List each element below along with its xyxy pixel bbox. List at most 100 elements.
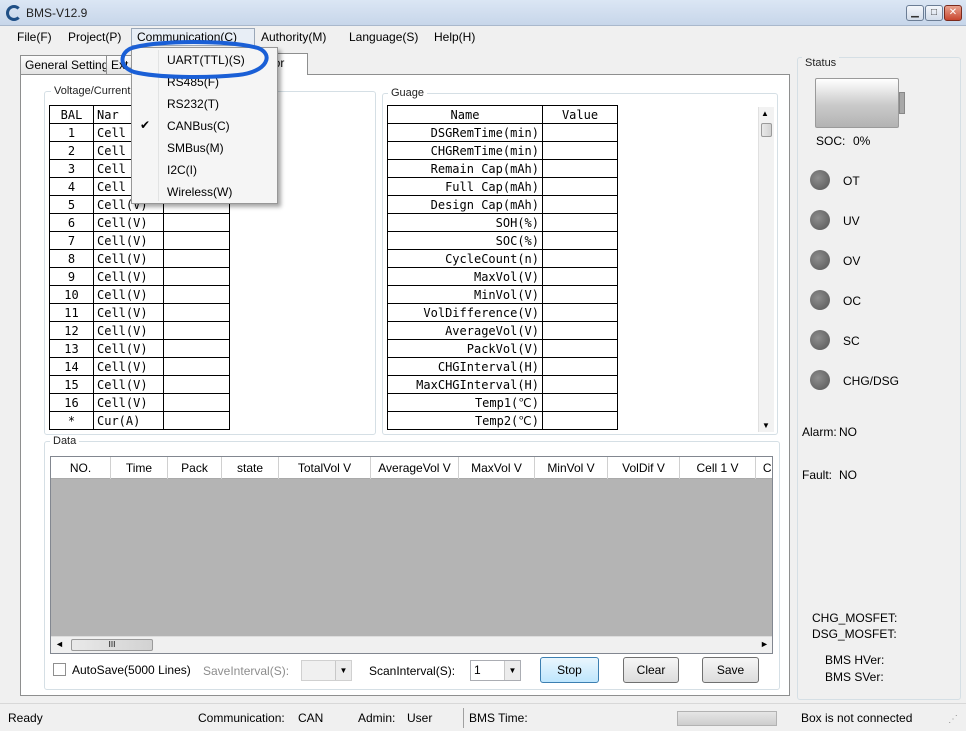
gauge-value-cell[interactable]: [542, 123, 618, 142]
table-row[interactable]: 7 Cell(V): [49, 231, 230, 250]
scroll-down-icon[interactable]: ▼: [762, 421, 770, 430]
gauge-name-cell[interactable]: SOH(%): [387, 213, 543, 232]
table-row[interactable]: MaxCHGInterval(H): [387, 375, 618, 394]
bal-cell[interactable]: 14: [49, 357, 94, 376]
table-row[interactable]: MaxVol(V): [387, 267, 618, 286]
table-row[interactable]: 16 Cell(V): [49, 393, 230, 412]
bal-cell[interactable]: 6: [49, 213, 94, 232]
table-row[interactable]: 14 Cell(V): [49, 357, 230, 376]
gauge-scrollbar[interactable]: ▲ ▼: [758, 107, 774, 432]
table-row[interactable]: CycleCount(n): [387, 249, 618, 268]
value-cell[interactable]: [163, 249, 230, 268]
table-row[interactable]: Temp2(℃): [387, 411, 618, 430]
autosave-checkbox[interactable]: [53, 663, 66, 676]
table-row[interactable]: Design Cap(mAh): [387, 195, 618, 214]
scroll-left-icon[interactable]: ◄: [55, 639, 64, 649]
gauge-value-cell[interactable]: [542, 231, 618, 250]
value-cell[interactable]: [163, 339, 230, 358]
bal-cell[interactable]: 3: [49, 159, 94, 178]
gauge-name-cell[interactable]: Temp2(℃): [387, 411, 543, 430]
bal-cell[interactable]: 2: [49, 141, 94, 160]
name-cell[interactable]: Cell(V): [93, 231, 164, 250]
menu-help[interactable]: Help(H): [429, 29, 480, 45]
column-header[interactable]: MinVol V: [535, 457, 608, 479]
bal-cell[interactable]: *: [49, 411, 94, 430]
gauge-value-cell[interactable]: [542, 303, 618, 322]
bal-cell[interactable]: 7: [49, 231, 94, 250]
name-cell[interactable]: Cell(V): [93, 339, 164, 358]
save-interval-select[interactable]: ▼: [301, 660, 352, 681]
scroll-up-icon[interactable]: ▲: [761, 109, 769, 118]
column-header-bal[interactable]: BAL: [49, 105, 94, 124]
bal-cell[interactable]: 9: [49, 267, 94, 286]
table-row[interactable]: 6 Cell(V): [49, 213, 230, 232]
table-row[interactable]: 9 Cell(V): [49, 267, 230, 286]
maximize-icon[interactable]: □: [925, 5, 943, 21]
gauge-value-cell[interactable]: [542, 267, 618, 286]
scroll-right-icon[interactable]: ►: [760, 639, 769, 649]
table-row[interactable]: 8 Cell(V): [49, 249, 230, 268]
column-header[interactable]: Ce: [756, 457, 772, 479]
value-cell[interactable]: [163, 411, 230, 430]
name-cell[interactable]: Cell(V): [93, 375, 164, 394]
gauge-value-cell[interactable]: [542, 141, 618, 160]
gauge-name-cell[interactable]: CycleCount(n): [387, 249, 543, 268]
gauge-name-cell[interactable]: DSGRemTime(min): [387, 123, 543, 142]
table-row[interactable]: 11 Cell(V): [49, 303, 230, 322]
close-icon[interactable]: ✕: [944, 5, 962, 21]
data-horizontal-scrollbar[interactable]: ◄ III ►: [51, 636, 772, 653]
value-cell[interactable]: [163, 357, 230, 376]
gauge-name-cell[interactable]: MaxCHGInterval(H): [387, 375, 543, 394]
gauge-value-cell[interactable]: [542, 249, 618, 268]
table-row[interactable]: Remain Cap(mAh): [387, 159, 618, 178]
data-grid[interactable]: NO. Time Pack state TotalVol V AverageVol V Ma…: [50, 456, 773, 654]
table-row[interactable]: 10 Cell(V): [49, 285, 230, 304]
name-cell[interactable]: Cell(V): [93, 321, 164, 340]
gauge-name-cell[interactable]: MinVol(V): [387, 285, 543, 304]
menu-item-wireless[interactable]: Wireless(W): [167, 185, 232, 199]
chevron-down-icon[interactable]: ▼: [504, 661, 520, 680]
value-cell[interactable]: [163, 393, 230, 412]
column-header[interactable]: Pack: [168, 457, 222, 479]
table-row[interactable]: Temp1(℃): [387, 393, 618, 412]
gauge-name-cell[interactable]: PackVol(V): [387, 339, 543, 358]
column-header[interactable]: VolDif V: [608, 457, 680, 479]
column-header[interactable]: Time: [111, 457, 168, 479]
table-row[interactable]: SOC(%): [387, 231, 618, 250]
column-header[interactable]: NO.: [51, 457, 111, 479]
column-header[interactable]: AverageVol V: [371, 457, 459, 479]
gauge-value-cell[interactable]: [542, 357, 618, 376]
name-cell[interactable]: Cur(A): [93, 411, 164, 430]
gauge-name-cell[interactable]: SOC(%): [387, 231, 543, 250]
tab-general-setting[interactable]: General Setting: [20, 55, 114, 74]
column-header[interactable]: TotalVol V: [279, 457, 371, 479]
gauge-name-cell[interactable]: AverageVol(V): [387, 321, 543, 340]
gauge-value-cell[interactable]: [542, 213, 618, 232]
name-cell[interactable]: Cell(V): [93, 249, 164, 268]
clear-button[interactable]: Clear: [623, 657, 679, 683]
value-cell[interactable]: [163, 303, 230, 322]
bal-cell[interactable]: 5: [49, 195, 94, 214]
value-cell[interactable]: [163, 231, 230, 250]
table-row[interactable]: 15 Cell(V): [49, 375, 230, 394]
table-row[interactable]: 13 Cell(V): [49, 339, 230, 358]
value-cell[interactable]: [163, 285, 230, 304]
chevron-down-icon[interactable]: ▼: [335, 661, 351, 680]
bal-cell[interactable]: 11: [49, 303, 94, 322]
column-header-name[interactable]: Name: [387, 105, 543, 124]
gauge-name-cell[interactable]: Remain Cap(mAh): [387, 159, 543, 178]
bal-cell[interactable]: 15: [49, 375, 94, 394]
gauge-value-cell[interactable]: [542, 375, 618, 394]
table-row[interactable]: AverageVol(V): [387, 321, 618, 340]
save-button[interactable]: Save: [702, 657, 759, 683]
table-row[interactable]: * Cur(A): [49, 411, 230, 430]
bal-cell[interactable]: 16: [49, 393, 94, 412]
value-cell[interactable]: [163, 213, 230, 232]
name-cell[interactable]: Cell(V): [93, 303, 164, 322]
bal-cell[interactable]: 1: [49, 123, 94, 142]
value-cell[interactable]: [163, 375, 230, 394]
table-row[interactable]: SOH(%): [387, 213, 618, 232]
gauge-value-cell[interactable]: [542, 393, 618, 412]
scan-interval-select[interactable]: 1 ▼: [470, 660, 521, 681]
value-cell[interactable]: [163, 267, 230, 286]
